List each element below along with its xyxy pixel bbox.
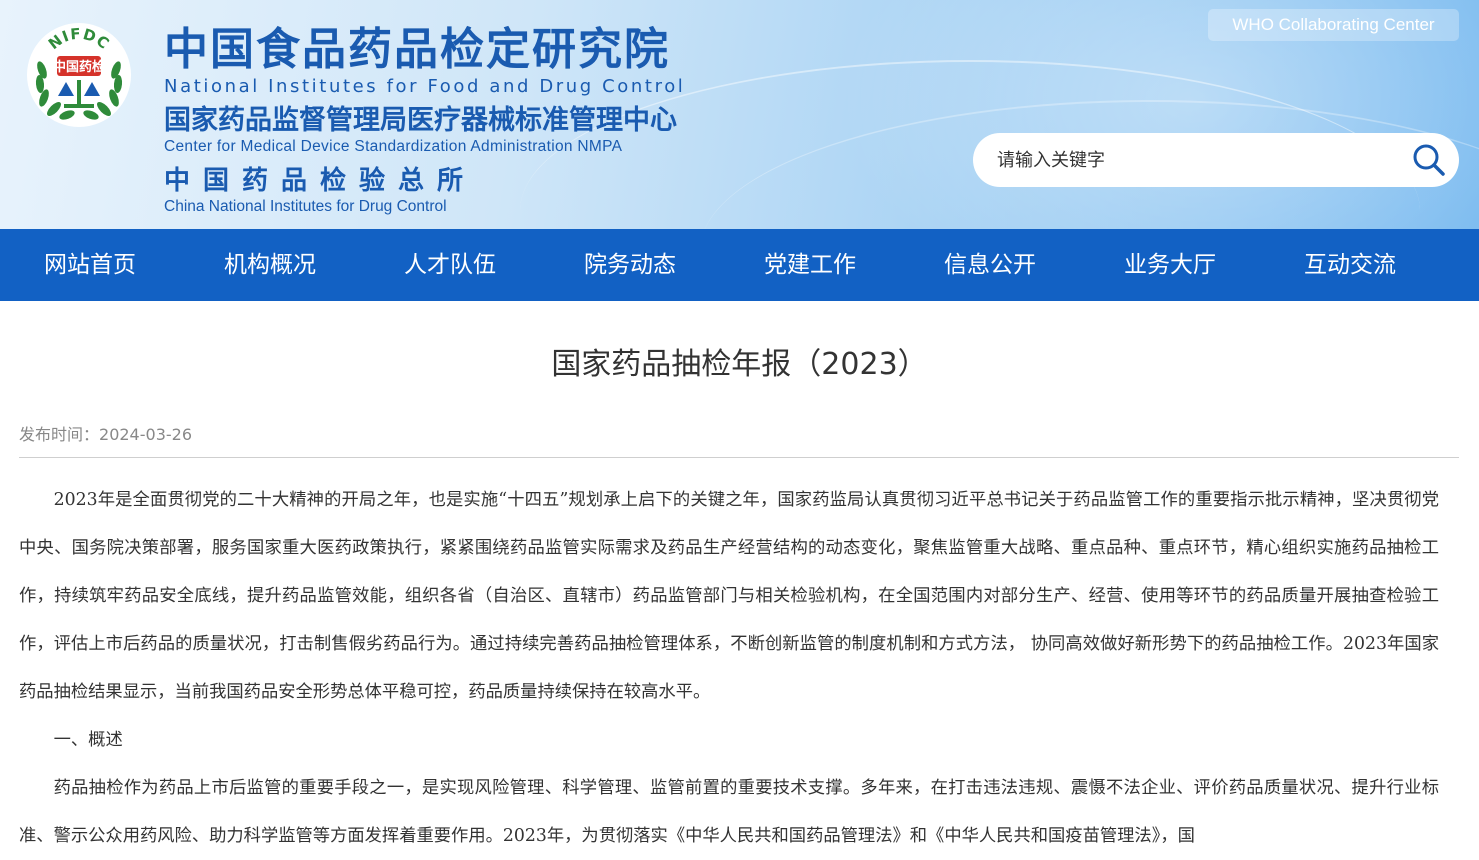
nav-item-about[interactable]: 机构概况 <box>180 229 360 301</box>
nifdc-logo[interactable]: NIFDC 中国药检 <box>24 20 134 130</box>
logo-badge-text: 中国药检 <box>53 59 105 75</box>
site-third-title-en: China National Institutes for Drug Contr… <box>164 198 447 215</box>
publish-label: 发布时间： <box>19 425 100 444</box>
site-titles: 中国食品药品检定研究院 National Institutes for Food… <box>164 24 724 216</box>
publish-date: 2024-03-26 <box>99 425 192 444</box>
nav-item-interaction[interactable]: 互动交流 <box>1260 229 1440 301</box>
nav-item-disclosure[interactable]: 信息公开 <box>900 229 1080 301</box>
search-icon[interactable] <box>1411 142 1447 178</box>
article-section-heading: 一、概述 <box>53 730 123 750</box>
search-box <box>973 133 1459 187</box>
search-input[interactable] <box>997 133 1397 187</box>
site-title-cn: 中国食品药品检定研究院 <box>164 24 670 75</box>
main-nav: 网站首页 机构概况 人才队伍 院务动态 党建工作 信息公开 业务大厅 互动交流 <box>0 229 1479 301</box>
article-title: 国家药品抽检年报（2023） <box>551 347 928 382</box>
site-subtitle-en: Center for Medical Device Standardizatio… <box>164 138 623 155</box>
nav-item-party[interactable]: 党建工作 <box>720 229 900 301</box>
nav-item-services[interactable]: 业务大厅 <box>1080 229 1260 301</box>
article-paragraph: 药品抽检作为药品上市后监管的重要手段之一，是实现风险管理、科学管理、监管前置的重… <box>19 778 1439 846</box>
site-subtitle-cn: 国家药品监督管理局医疗器械标准管理中心 <box>164 105 677 136</box>
article-body: 2023年是全面贯彻党的二十大精神的开局之年，也是实施“十四五”规划承上启下的关… <box>19 476 1439 860</box>
article-paragraph: 2023年是全面贯彻党的二十大精神的开局之年，也是实施“十四五”规划承上启下的关… <box>19 490 1439 702</box>
site-header: NIFDC 中国药检 中国食品药品检定研究院 National Institut… <box>0 0 1479 229</box>
article-meta: 发布时间：2024-03-26 <box>19 425 192 445</box>
site-third-title-cn: 中国药品检验总所 <box>164 166 477 196</box>
nav-item-talent[interactable]: 人才队伍 <box>360 229 540 301</box>
who-collaborating-center-link[interactable]: WHO Collaborating Center <box>1208 9 1459 41</box>
nav-item-home[interactable]: 网站首页 <box>0 229 180 301</box>
site-title-en: National Institutes for Food and Drug Co… <box>164 76 686 97</box>
nav-item-news[interactable]: 院务动态 <box>540 229 720 301</box>
divider <box>19 457 1459 458</box>
